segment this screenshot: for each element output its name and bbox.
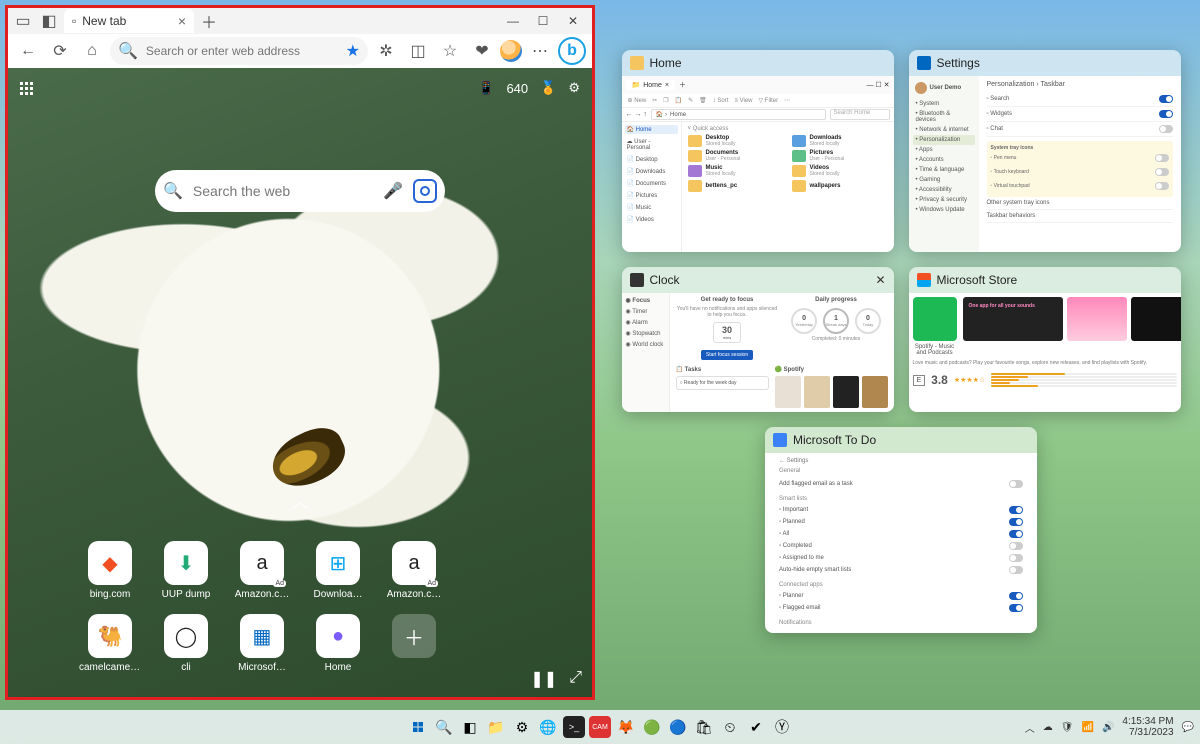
tab-title: New tab bbox=[82, 14, 126, 28]
extensions-icon[interactable]: ✲ bbox=[372, 37, 400, 65]
address-input[interactable] bbox=[146, 44, 338, 58]
notifications-icon[interactable]: 💬 bbox=[1182, 722, 1194, 733]
todo-icon bbox=[773, 433, 787, 447]
cam-icon[interactable]: CAM bbox=[589, 716, 611, 738]
tab-strip: ▭ ◧ ▫ New tab × ＋ — ☐ ✕ bbox=[8, 8, 592, 34]
address-bar[interactable]: 🔍 ★ bbox=[110, 37, 368, 65]
taskview-card-settings[interactable]: Settings User Demo • System• Bluetooth &… bbox=[909, 50, 1181, 252]
search-button[interactable]: 🔍 bbox=[433, 716, 455, 738]
tab-favicon-icon: ▫ bbox=[72, 14, 76, 28]
pause-icon[interactable]: ❚❚ bbox=[530, 669, 557, 689]
browser-y-icon[interactable]: Ⓨ bbox=[771, 716, 793, 738]
edge-icon[interactable]: 🌐 bbox=[537, 716, 559, 738]
ntp-topbar: 📱 640 🏅 ⚙ bbox=[20, 80, 580, 96]
volume-icon[interactable]: 🔊 bbox=[1102, 722, 1114, 733]
clock-icon bbox=[630, 273, 644, 287]
window-controls: — ☐ ✕ bbox=[498, 14, 588, 28]
web-search-box[interactable]: 🔍 Search the web 🎤 bbox=[155, 170, 445, 212]
home-button[interactable]: ⌂ bbox=[78, 37, 106, 65]
new-tab-button[interactable]: ＋ bbox=[198, 10, 220, 32]
back-button[interactable]: ← bbox=[14, 37, 42, 65]
folder-icon bbox=[630, 56, 644, 70]
quick-link-tile[interactable]: aAdAmazon.c… bbox=[231, 541, 293, 600]
firefox-icon[interactable]: 🦊 bbox=[615, 716, 637, 738]
favorite-icon[interactable]: ★ bbox=[346, 41, 360, 61]
image-search-icon[interactable] bbox=[413, 179, 437, 203]
task-view-button[interactable]: ◧ bbox=[459, 716, 481, 738]
expand-chevron-icon[interactable]: ︿ bbox=[291, 488, 309, 514]
edge-browser-window: ▭ ◧ ▫ New tab × ＋ — ☐ ✕ ← ⟳ ⌂ 🔍 ★ ✲ ◫ ☆ … bbox=[5, 5, 595, 700]
quick-link-tile[interactable]: ⊞Downloa… bbox=[307, 541, 369, 600]
quick-link-tile[interactable]: ◆bing.com bbox=[79, 541, 141, 600]
tab-actions-icon[interactable]: ▭ bbox=[12, 10, 34, 32]
card-title: Home bbox=[650, 56, 682, 70]
bing-chat-icon[interactable]: b bbox=[558, 37, 586, 65]
taskview-card-file-explorer[interactable]: Home 📁Home×＋— ☐ ✕ ⊕ New✂❐📋✎🗑↕ Sort≡ View… bbox=[622, 50, 894, 252]
browser-tab[interactable]: ▫ New tab × bbox=[64, 9, 194, 33]
chrome-icon[interactable]: 🟢 bbox=[641, 716, 663, 738]
close-button[interactable]: ✕ bbox=[558, 14, 588, 28]
taskview-card-todo[interactable]: Microsoft To Do ← Settings General Add f… bbox=[765, 427, 1037, 633]
system-tray[interactable]: ︿ ☁ 🛡 📶 🔊 4:15:34 PM 7/31/2023 💬 bbox=[1025, 716, 1194, 738]
onedrive-icon[interactable]: ☁ bbox=[1043, 722, 1053, 733]
spotify-icon bbox=[913, 297, 957, 341]
clock-icon[interactable]: ⏲ bbox=[719, 716, 741, 738]
split-screen-icon[interactable]: ◫ bbox=[404, 37, 432, 65]
quick-link-tile[interactable]: ▦Microsof… bbox=[231, 614, 293, 673]
collections-icon[interactable]: ❤ bbox=[468, 37, 496, 65]
quick-link-tile[interactable]: ⬇UUP dump bbox=[155, 541, 217, 600]
wifi-icon[interactable]: 📶 bbox=[1081, 722, 1093, 733]
search-icon: 🔍 bbox=[163, 181, 183, 201]
card-title: Microsoft To Do bbox=[793, 433, 876, 447]
chevron-up-icon[interactable]: ︿ bbox=[1025, 720, 1035, 735]
refresh-button[interactable]: ⟳ bbox=[46, 37, 74, 65]
rewards-points[interactable]: 640 bbox=[506, 81, 528, 96]
store-icon[interactable]: 🛍 bbox=[693, 716, 715, 738]
store-icon bbox=[917, 273, 931, 287]
card-title: Microsoft Store bbox=[937, 273, 1018, 287]
expand-icon[interactable]: ⤢ bbox=[569, 669, 582, 689]
taskbar-center: 🔍 ◧ 📁 ⚙ 🌐 >_ CAM 🦊 🟢 🔵 🛍 ⏲ ✔ Ⓨ bbox=[407, 716, 793, 738]
maximize-button[interactable]: ☐ bbox=[528, 14, 558, 28]
more-icon[interactable]: ⋯ bbox=[526, 37, 554, 65]
settings-icon[interactable]: ⚙ bbox=[511, 716, 533, 738]
app-launcher-icon[interactable] bbox=[20, 82, 33, 95]
settings-icon[interactable]: ⚙ bbox=[568, 80, 580, 96]
gear-icon bbox=[917, 56, 931, 70]
card-title: Clock bbox=[650, 273, 680, 287]
mobile-icon[interactable]: 📱 bbox=[478, 80, 494, 96]
add-tile-button[interactable]: ＋ bbox=[383, 614, 445, 673]
file-explorer-icon[interactable]: 📁 bbox=[485, 716, 507, 738]
ntp-bottom-controls: ❚❚ ⤢ bbox=[530, 669, 582, 689]
vertical-tabs-icon[interactable]: ◧ bbox=[38, 10, 60, 32]
toolbar: ← ⟳ ⌂ 🔍 ★ ✲ ◫ ☆ ❤ ⋯ b bbox=[8, 34, 592, 68]
search-icon: 🔍 bbox=[118, 41, 138, 61]
voice-search-icon[interactable]: 🎤 bbox=[383, 181, 403, 201]
quick-link-tile[interactable]: ◯cli bbox=[155, 614, 217, 673]
tab-close-icon[interactable]: × bbox=[178, 13, 186, 29]
security-icon[interactable]: 🛡 bbox=[1061, 722, 1074, 733]
search-placeholder: Search the web bbox=[193, 183, 373, 199]
edge2-icon[interactable]: 🔵 bbox=[667, 716, 689, 738]
quick-link-tile[interactable]: 🐫camelcamelcam bbox=[79, 614, 141, 673]
taskview-card-store[interactable]: Microsoft Store Spotify - Music and Podc… bbox=[909, 267, 1181, 412]
rewards-icon[interactable]: 🏅 bbox=[540, 80, 556, 96]
folder-icon: 📁 bbox=[632, 81, 641, 89]
new-tab-page: 📱 640 🏅 ⚙ 🔍 Search the web 🎤 ︿ ◆bing.com… bbox=[8, 68, 592, 697]
profile-avatar[interactable] bbox=[500, 40, 522, 62]
quick-link-tile[interactable]: aAdAmazon.c… bbox=[383, 541, 445, 600]
task-view: Home 📁Home×＋— ☐ ✕ ⊕ New✂❐📋✎🗑↕ Sort≡ View… bbox=[617, 50, 1185, 699]
quick-link-tile[interactable]: ●Home bbox=[307, 614, 369, 673]
card-title: Settings bbox=[937, 56, 980, 70]
terminal-icon[interactable]: >_ bbox=[563, 716, 585, 738]
taskview-card-clock[interactable]: Clock ✕ ◉ Focus◉ Timer◉ Alarm◉ Stopwatch… bbox=[622, 267, 894, 412]
start-button[interactable] bbox=[407, 716, 429, 738]
quick-links: ◆bing.com⬇UUP dumpaAdAmazon.c…⊞Downloa…a… bbox=[79, 541, 521, 673]
minimize-button[interactable]: — bbox=[498, 14, 528, 28]
close-icon[interactable]: ✕ bbox=[875, 273, 885, 287]
favorites-icon[interactable]: ☆ bbox=[436, 37, 464, 65]
clock-tray[interactable]: 4:15:34 PM 7/31/2023 bbox=[1122, 716, 1173, 738]
taskbar: 🔍 ◧ 📁 ⚙ 🌐 >_ CAM 🦊 🟢 🔵 🛍 ⏲ ✔ Ⓨ ︿ ☁ 🛡 📶 🔊… bbox=[0, 710, 1200, 744]
todo-icon[interactable]: ✔ bbox=[745, 716, 767, 738]
